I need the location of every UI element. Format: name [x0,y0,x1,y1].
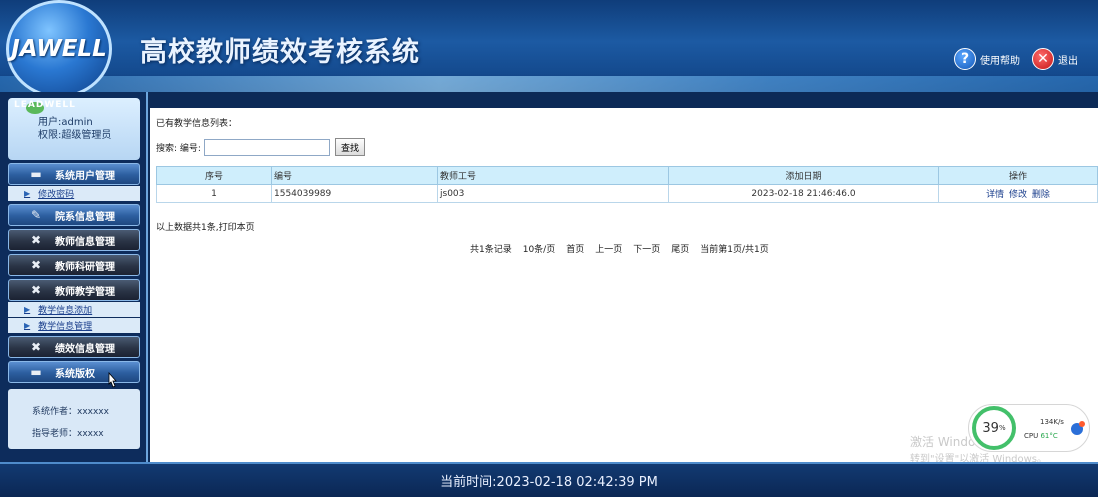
tools-icon: ✖ [30,258,42,272]
user-role: 权限:超级管理员 [38,130,112,141]
search-button[interactable]: 查找 [334,138,365,156]
net-speed: 134K/s [1040,418,1064,426]
memory-gauge: 39% [972,406,1016,450]
jawell-logo: JAWELL [6,0,112,92]
per-page: 10条/页 [522,245,556,255]
menu-label: 系统用户管理 [55,170,115,182]
sidebar: LEADWELL 用户:admin 权限:超级管理员 ▬ 系统用户管理 ▶ 修改… [0,92,148,462]
close-icon[interactable]: ✕ [1032,48,1054,70]
col-ops: 操作 [938,166,1098,185]
cell-teacher-no: js003 [437,184,669,203]
pagination: 共1条记录 10条/页 首页 上一页 下一页 尾页 当前第1页/共1页 [470,242,769,255]
menu-teacher-teaching[interactable]: ✖ 教师教学管理 [8,279,140,301]
status-footer: 当前时间:2023-02-18 02:42:39 PM [0,462,1098,497]
menu-label: 绩效信息管理 [55,343,115,355]
accelerate-icon[interactable] [1069,421,1085,437]
gauge-unit: % [998,424,1006,432]
current-page: 当前第1页/共1页 [700,245,769,255]
search-label: 搜索: 编号: [156,143,201,154]
app-title: 高校教师绩效考核系统 [140,37,420,68]
tools-icon: ✖ [30,233,42,247]
col-teacher-no: 教师工号 [437,166,669,185]
help-icon[interactable]: ? [954,48,976,70]
arrow-right-icon: ▶ [24,305,31,314]
total-records: 共1条记录 [470,245,512,255]
sidebar-footer: 系统作者：xxxxxx 指导老师：xxxxx [8,389,140,449]
first-page-link[interactable]: 首页 [566,242,584,255]
menu-label: 教师信息管理 [55,236,115,248]
submenu-teaching-add[interactable]: ▶ 教学信息添加 [8,302,140,317]
menu-label: 院系信息管理 [55,211,115,223]
menu-system-users[interactable]: ▬ 系统用户管理 [8,163,140,185]
cpu-label: CPU [1024,432,1039,440]
cpu-temp-value: 61°C [1040,432,1058,440]
help-link[interactable]: 使用帮助 [980,52,1020,67]
menu-label: 教师科研管理 [55,261,115,273]
menu-copyright[interactable]: ▬ 系统版权 [8,361,140,383]
cell-code: 1554039989 [271,184,438,203]
author-text: 系统作者：xxxxxx [32,407,109,417]
top-actions: ? 使用帮助 ✕ 退出 [954,48,1086,70]
current-time: 当前时间:2023-02-18 02:42:39 PM [440,475,658,490]
submenu-label: 修改密码 [38,190,75,200]
col-date: 添加日期 [668,166,939,185]
tools-icon: ✖ [30,283,42,297]
search-row: 搜索: 编号: 查找 [156,138,365,156]
submenu-label: 教学信息管理 [38,322,93,332]
menu-label: 系统版权 [55,368,95,380]
submenu-label: 教学信息添加 [38,306,93,316]
prev-page-link[interactable]: 上一页 [595,242,622,255]
arrow-right-icon: ▶ [24,189,31,198]
code-search-input[interactable] [203,138,330,156]
user-banner: LEADWELL [14,100,76,110]
gauge-value: 39 [982,420,999,436]
monitor-icon: ▬ [30,167,42,181]
teaching-table: 序号 编号 教师工号 添加日期 操作 1 1554039989 js003 20… [156,166,1098,203]
col-seq: 序号 [156,166,272,185]
last-page-link[interactable]: 尾页 [671,242,689,255]
pen-icon: ✎ [30,208,42,222]
exit-link[interactable]: 退出 [1058,52,1078,67]
next-page-link[interactable]: 下一页 [633,242,660,255]
menu-teacher-info[interactable]: ✖ 教师信息管理 [8,229,140,251]
arrow-right-icon: ▶ [24,321,31,330]
edit-link[interactable]: 修改 [1009,190,1027,200]
submenu-teaching-manage[interactable]: ▶ 教学信息管理 [8,318,140,333]
cell-ops: 详情 修改 删除 [938,184,1098,203]
app-header: JAWELL 高校教师绩效考核系统 ? 使用帮助 ✕ 退出 [0,0,1098,92]
cpu-temp: CPU 61°C [1024,432,1058,440]
mouse-cursor-icon [108,372,117,388]
teacher-text: 指导老师：xxxxx [32,429,104,439]
submenu-change-password[interactable]: ▶ 修改密码 [8,186,140,201]
main-content: 已有教学信息列表： 搜索: 编号: 查找 序号 编号 教师工号 添加日期 操作 … [150,108,1098,462]
tools-icon: ✖ [30,340,42,354]
user-name: 用户:admin [38,117,93,128]
col-code: 编号 [271,166,438,185]
monitor-icon: ▬ [30,365,42,379]
menu-label: 教师教学管理 [55,286,115,298]
print-page-link[interactable]: 以上数据共1条,打印本页 [156,220,255,233]
list-heading: 已有教学信息列表： [156,119,238,129]
detail-link[interactable]: 详情 [986,190,1004,200]
cell-seq: 1 [156,184,272,203]
menu-department[interactable]: ✎ 院系信息管理 [8,204,140,226]
table-row: 1 1554039989 js003 2023-02-18 21:46:46.0… [156,184,1098,203]
cell-date: 2023-02-18 21:46:46.0 [668,184,939,203]
user-info-panel: LEADWELL 用户:admin 权限:超级管理员 [8,98,140,160]
delete-link[interactable]: 删除 [1032,190,1050,200]
menu-teacher-research[interactable]: ✖ 教师科研管理 [8,254,140,276]
table-header-row: 序号 编号 教师工号 添加日期 操作 [156,166,1098,185]
logo-text: JAWELL [11,36,107,62]
menu-performance[interactable]: ✖ 绩效信息管理 [8,336,140,358]
